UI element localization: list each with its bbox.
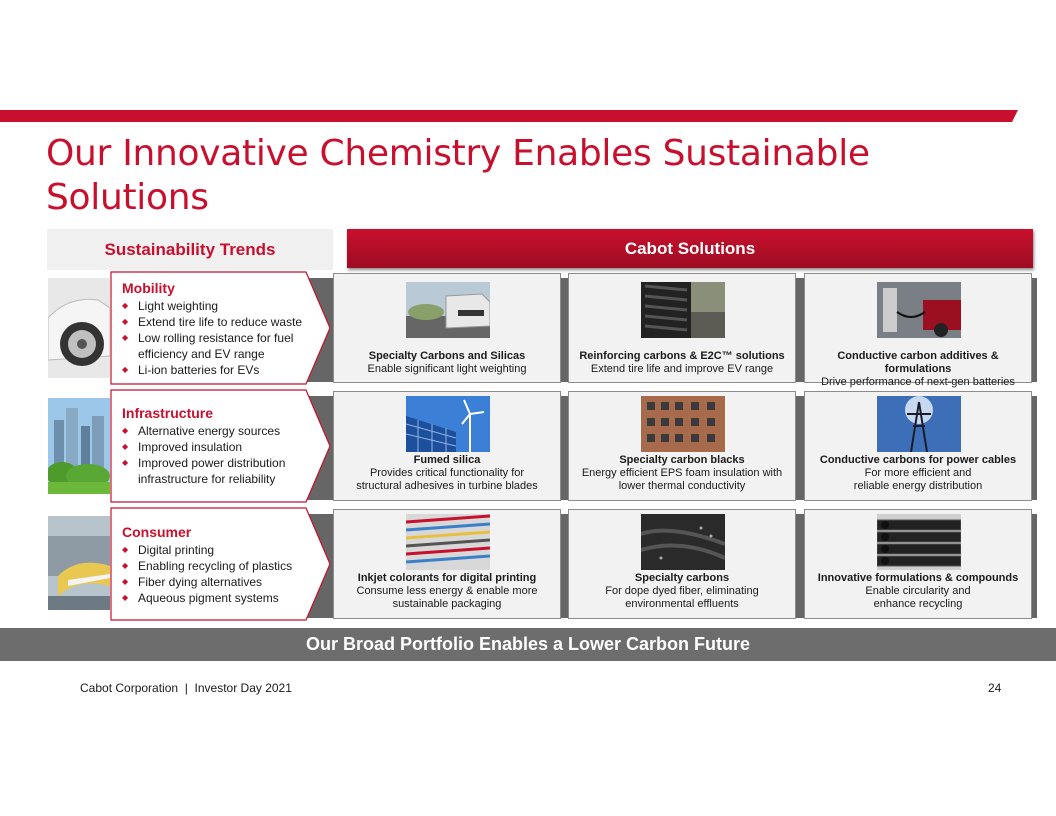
infrastructure-trend: Infrastructure Alternative energy source…	[122, 405, 308, 487]
trend-bullet: Extend tire life to reduce waste	[122, 314, 312, 330]
solution-title: Conductive carbon additives & formulatio…	[837, 350, 999, 375]
solution-title: Specialty Carbons and Silicas	[368, 350, 526, 362]
solution-desc: Enable significant light weighting	[367, 363, 527, 375]
trend-bullet: Improved power distribution infrastructu…	[122, 455, 308, 487]
solution-desc: structural adhesives in turbine blades	[356, 480, 538, 492]
solution-desc: For dope dyed fiber, eliminating	[605, 585, 759, 597]
solution-desc: environmental effluents	[625, 598, 739, 610]
tire-icon	[641, 282, 725, 338]
solution-desc: Energy efficient EPS foam insulation wit…	[581, 467, 783, 479]
solution-card: Conductive carbons for power cables For …	[804, 391, 1032, 501]
ev-charging-icon	[877, 282, 961, 338]
solution-title: Inkjet colorants for digital printing	[357, 572, 537, 584]
solution-desc: Extend tire life and improve EV range	[590, 363, 774, 375]
black-fabric-icon	[641, 514, 725, 570]
trend-bullet: Low rolling resistance for fuel efficien…	[122, 330, 312, 362]
trend-bullet: Li-ion batteries for EVs	[122, 362, 312, 378]
solution-desc: Provides critical functionality for	[369, 467, 525, 479]
consumer-trend: Consumer Digital printing Enabling recyc…	[122, 524, 308, 606]
cabot-solutions-header: Cabot Solutions	[347, 229, 1033, 268]
solution-desc: For more efficient and	[864, 467, 972, 479]
city-icon	[48, 398, 110, 494]
solution-title: Innovative formulations & compounds	[817, 572, 1019, 584]
printer-icon	[48, 516, 110, 610]
trend-name: Infrastructure	[122, 405, 214, 421]
car-icon	[48, 278, 110, 378]
trend-bullet: Fiber dying alternatives	[122, 574, 308, 590]
car-front-icon	[406, 282, 490, 338]
solution-title: Conductive carbons for power cables	[819, 454, 1017, 466]
solution-card: Innovative formulations & compounds Enab…	[804, 509, 1032, 619]
mobility-trend: Mobility Light weighting Extend tire lif…	[122, 280, 312, 378]
solution-title: Specialty carbons	[634, 572, 730, 584]
solution-desc: Enable circularity and	[865, 585, 971, 597]
print-stack-icon	[406, 514, 490, 570]
solution-desc: reliable energy distribution	[853, 480, 983, 492]
solution-title: Fumed silica	[413, 454, 481, 466]
black-pipes-icon	[877, 514, 961, 570]
solution-card: Reinforcing carbons & E2C™ solutions Ext…	[568, 273, 796, 383]
trend-name: Mobility	[122, 280, 175, 296]
page-number: 24	[988, 681, 1002, 695]
footer-label: Cabot Corporation | Investor Day 2021	[80, 681, 292, 695]
trend-bullet: Aqueous pigment systems	[122, 590, 308, 606]
solution-desc: enhance recycling	[873, 598, 963, 610]
solution-title: Specialty carbon blacks	[619, 454, 745, 466]
solution-title: Reinforcing carbons & E2C™ solutions	[579, 350, 785, 362]
power-tower-icon	[877, 396, 961, 452]
bottom-banner: Our Broad Portfolio Enables a Lower Carb…	[0, 628, 1056, 661]
solution-desc: lower thermal conductivity	[618, 480, 746, 492]
trend-bullet: Alternative energy sources	[122, 423, 308, 439]
solution-desc: Consume less energy & enable more	[356, 585, 538, 597]
trend-bullet: Improved insulation	[122, 439, 308, 455]
building-icon	[641, 396, 725, 452]
trend-bullet: Digital printing	[122, 542, 308, 558]
top-accent-bar	[0, 110, 1056, 122]
trend-bullet: Enabling recycling of plastics	[122, 558, 308, 574]
solution-card: Specialty carbons For dope dyed fiber, e…	[568, 509, 796, 619]
solution-card: Specialty Carbons and Silicas Enable sig…	[333, 273, 561, 383]
solution-card: Inkjet colorants for digital printing Co…	[333, 509, 561, 619]
solution-card: Specialty carbon blacks Energy efficient…	[568, 391, 796, 501]
sustainability-trends-header: Sustainability Trends	[47, 229, 333, 270]
trend-bullet: Light weighting	[122, 298, 312, 314]
solution-desc: Drive performance of next-gen batteries	[821, 376, 1015, 388]
solution-desc: sustainable packaging	[392, 598, 502, 610]
solution-card: Fumed silica Provides critical functiona…	[333, 391, 561, 501]
wind-solar-icon	[406, 396, 490, 452]
page-title: Our Innovative Chemistry Enables Sustain…	[46, 133, 870, 218]
solution-card: Conductive carbon additives & formulatio…	[804, 273, 1032, 388]
trend-name: Consumer	[122, 524, 192, 540]
